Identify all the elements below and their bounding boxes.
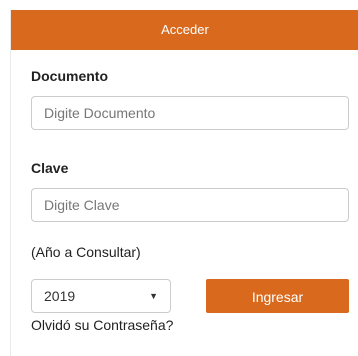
chevron-down-icon: ▼ (149, 291, 158, 301)
year-label: (Año a Consultar) (31, 244, 141, 260)
forgot-password-link[interactable]: Olvidó su Contraseña? (31, 317, 173, 333)
submit-button[interactable]: Ingresar (206, 279, 349, 313)
password-field[interactable] (31, 188, 349, 222)
document-label: Documento (31, 68, 108, 84)
year-select[interactable]: 2019 ▼ (31, 279, 171, 313)
password-label: Clave (31, 160, 69, 176)
login-panel: Acceder Documento Clave (Año a Consultar… (10, 10, 358, 356)
document-field[interactable] (31, 96, 349, 130)
panel-title: Acceder (161, 22, 209, 37)
panel-header: Acceder (11, 10, 358, 50)
year-select-value: 2019 (44, 288, 76, 304)
